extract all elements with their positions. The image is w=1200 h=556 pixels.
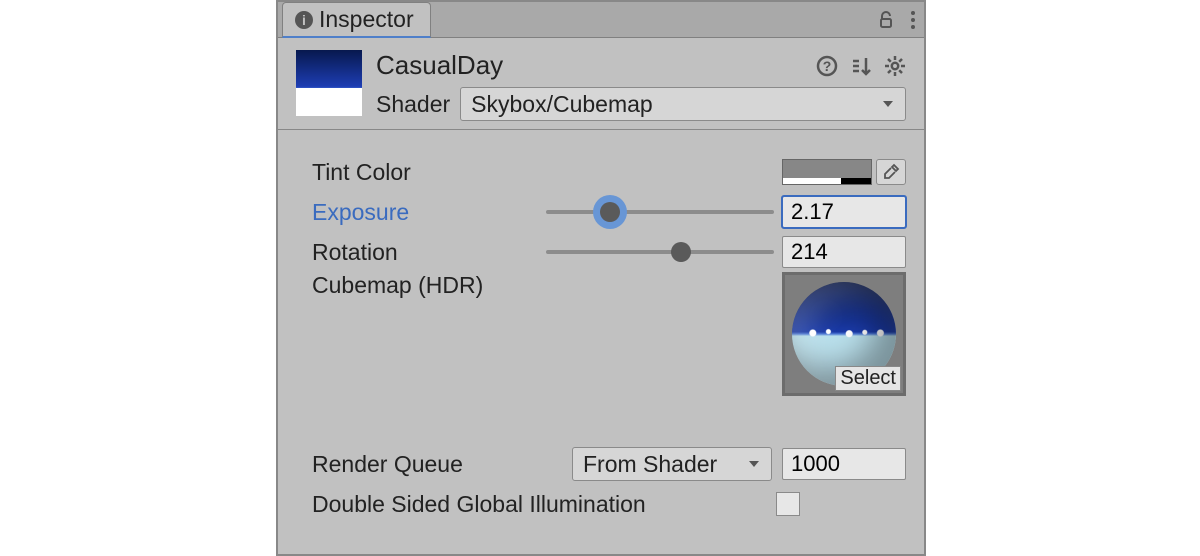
gear-icon[interactable] — [884, 55, 906, 77]
dsgi-row: Double Sided Global Illumination — [312, 484, 906, 524]
exposure-row: Exposure — [312, 192, 906, 232]
material-properties: Tint Color Exposure — [278, 130, 924, 554]
tab-label: Inspector — [319, 6, 414, 33]
chevron-down-icon — [747, 457, 761, 471]
rotation-slider[interactable] — [546, 236, 774, 268]
tab-inspector[interactable]: i Inspector — [282, 2, 431, 38]
eyedropper-button[interactable] — [876, 159, 906, 185]
tint-color-label: Tint Color — [312, 159, 536, 186]
tint-color-row: Tint Color — [312, 152, 906, 192]
cubemap-row: Cubemap (HDR) Select — [312, 272, 906, 396]
cubemap-slot[interactable]: Select — [782, 272, 906, 396]
lock-icon[interactable] — [876, 10, 896, 30]
preset-icon[interactable] — [850, 55, 872, 77]
material-preview-thumbnail[interactable] — [296, 50, 362, 116]
inspector-panel: i Inspector CasualDay ? — [276, 0, 926, 556]
chevron-down-icon — [881, 97, 895, 111]
render-queue-row: Render Queue From Shader — [312, 444, 906, 484]
material-name: CasualDay — [376, 50, 804, 81]
shader-value: Skybox/Cubemap — [471, 91, 653, 118]
tab-strip: i Inspector — [278, 2, 924, 38]
rotation-row: Rotation — [312, 232, 906, 272]
shader-label: Shader — [376, 91, 450, 118]
exposure-slider[interactable] — [546, 196, 774, 228]
exposure-label: Exposure — [312, 199, 536, 226]
render-queue-dropdown[interactable]: From Shader — [572, 447, 772, 481]
rotation-label: Rotation — [312, 239, 536, 266]
exposure-input[interactable] — [782, 196, 906, 228]
render-queue-input[interactable] — [782, 448, 906, 480]
dsgi-label: Double Sided Global Illumination — [312, 491, 766, 518]
cubemap-label: Cubemap (HDR) — [312, 272, 536, 299]
help-icon[interactable]: ? — [816, 55, 838, 77]
svg-text:?: ? — [823, 58, 832, 74]
dsgi-checkbox[interactable] — [776, 492, 800, 516]
render-queue-label: Render Queue — [312, 451, 562, 478]
kebab-menu-icon[interactable] — [910, 10, 916, 30]
cubemap-select-badge[interactable]: Select — [835, 366, 901, 391]
tint-color-swatch[interactable] — [782, 159, 872, 185]
tint-color-value — [783, 160, 871, 178]
shader-dropdown[interactable]: Skybox/Cubemap — [460, 87, 906, 121]
info-icon: i — [295, 11, 313, 29]
material-header: CasualDay ? Shader Skybox/Cubemap — [278, 38, 924, 130]
rotation-input[interactable] — [782, 236, 906, 268]
render-queue-mode: From Shader — [583, 451, 717, 478]
